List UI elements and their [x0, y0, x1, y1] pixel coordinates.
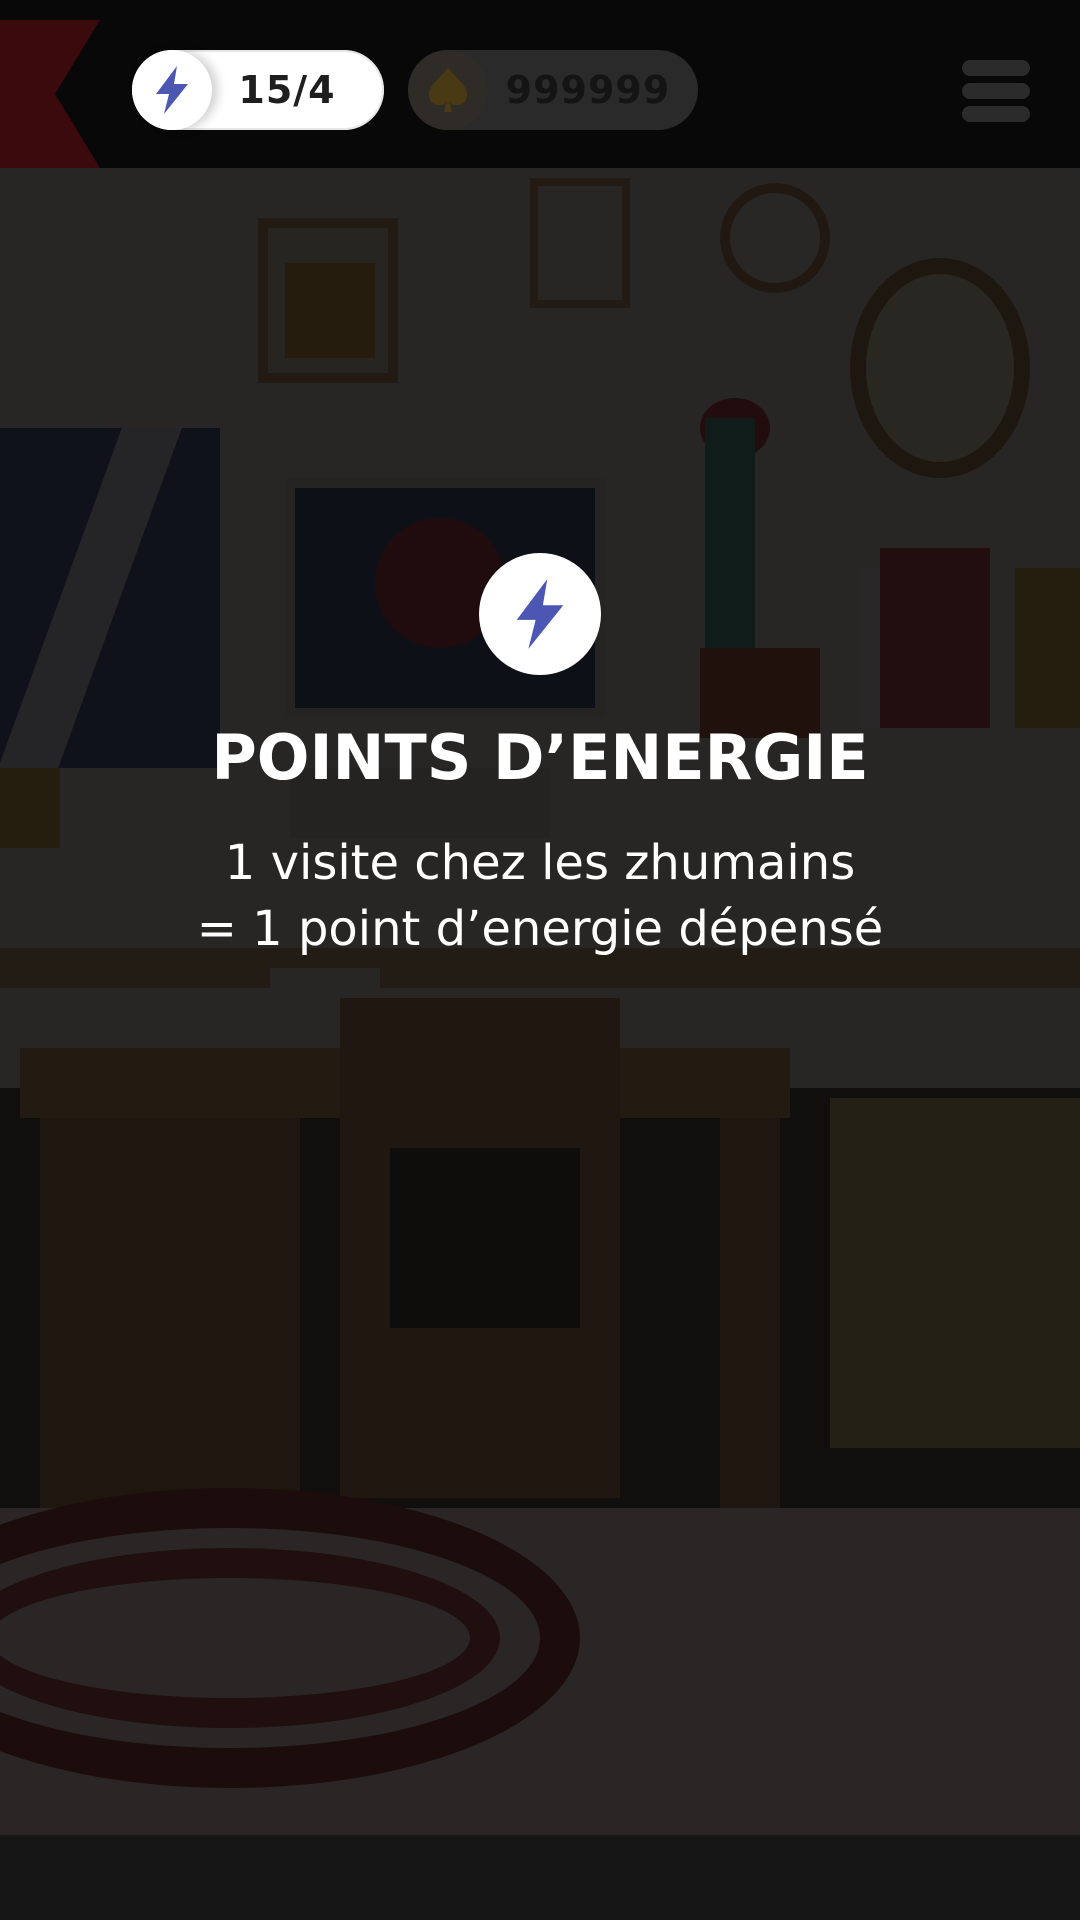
- energy-counter[interactable]: 15/4: [132, 50, 384, 130]
- top-bar: 15/4 999999: [0, 0, 1080, 168]
- lightning-bolt-icon: [132, 50, 212, 130]
- bottom-bar: [0, 1835, 1080, 1920]
- game-screen: 15/4 999999 POINTS D’ENERGIE 1 visite ch…: [0, 0, 1080, 1920]
- spade-coin-icon: [408, 50, 488, 130]
- lightning-bolt-icon: [516, 579, 564, 649]
- back-flag-icon[interactable]: [0, 20, 100, 168]
- info-line-1: 1 visite chez les zhumains: [224, 835, 856, 891]
- hamburger-menu-icon[interactable]: [962, 60, 1030, 122]
- info-description: 1 visite chez les zhumains = 1 point d’e…: [0, 830, 1080, 962]
- energy-value: 15/4: [238, 68, 336, 112]
- energy-info-icon: [479, 553, 601, 675]
- coin-value: 999999: [505, 68, 671, 112]
- info-line-2: = 1 point d’energie dépensé: [196, 901, 884, 957]
- coin-counter[interactable]: 999999: [408, 50, 698, 130]
- info-title: POINTS D’ENERGIE: [211, 721, 869, 794]
